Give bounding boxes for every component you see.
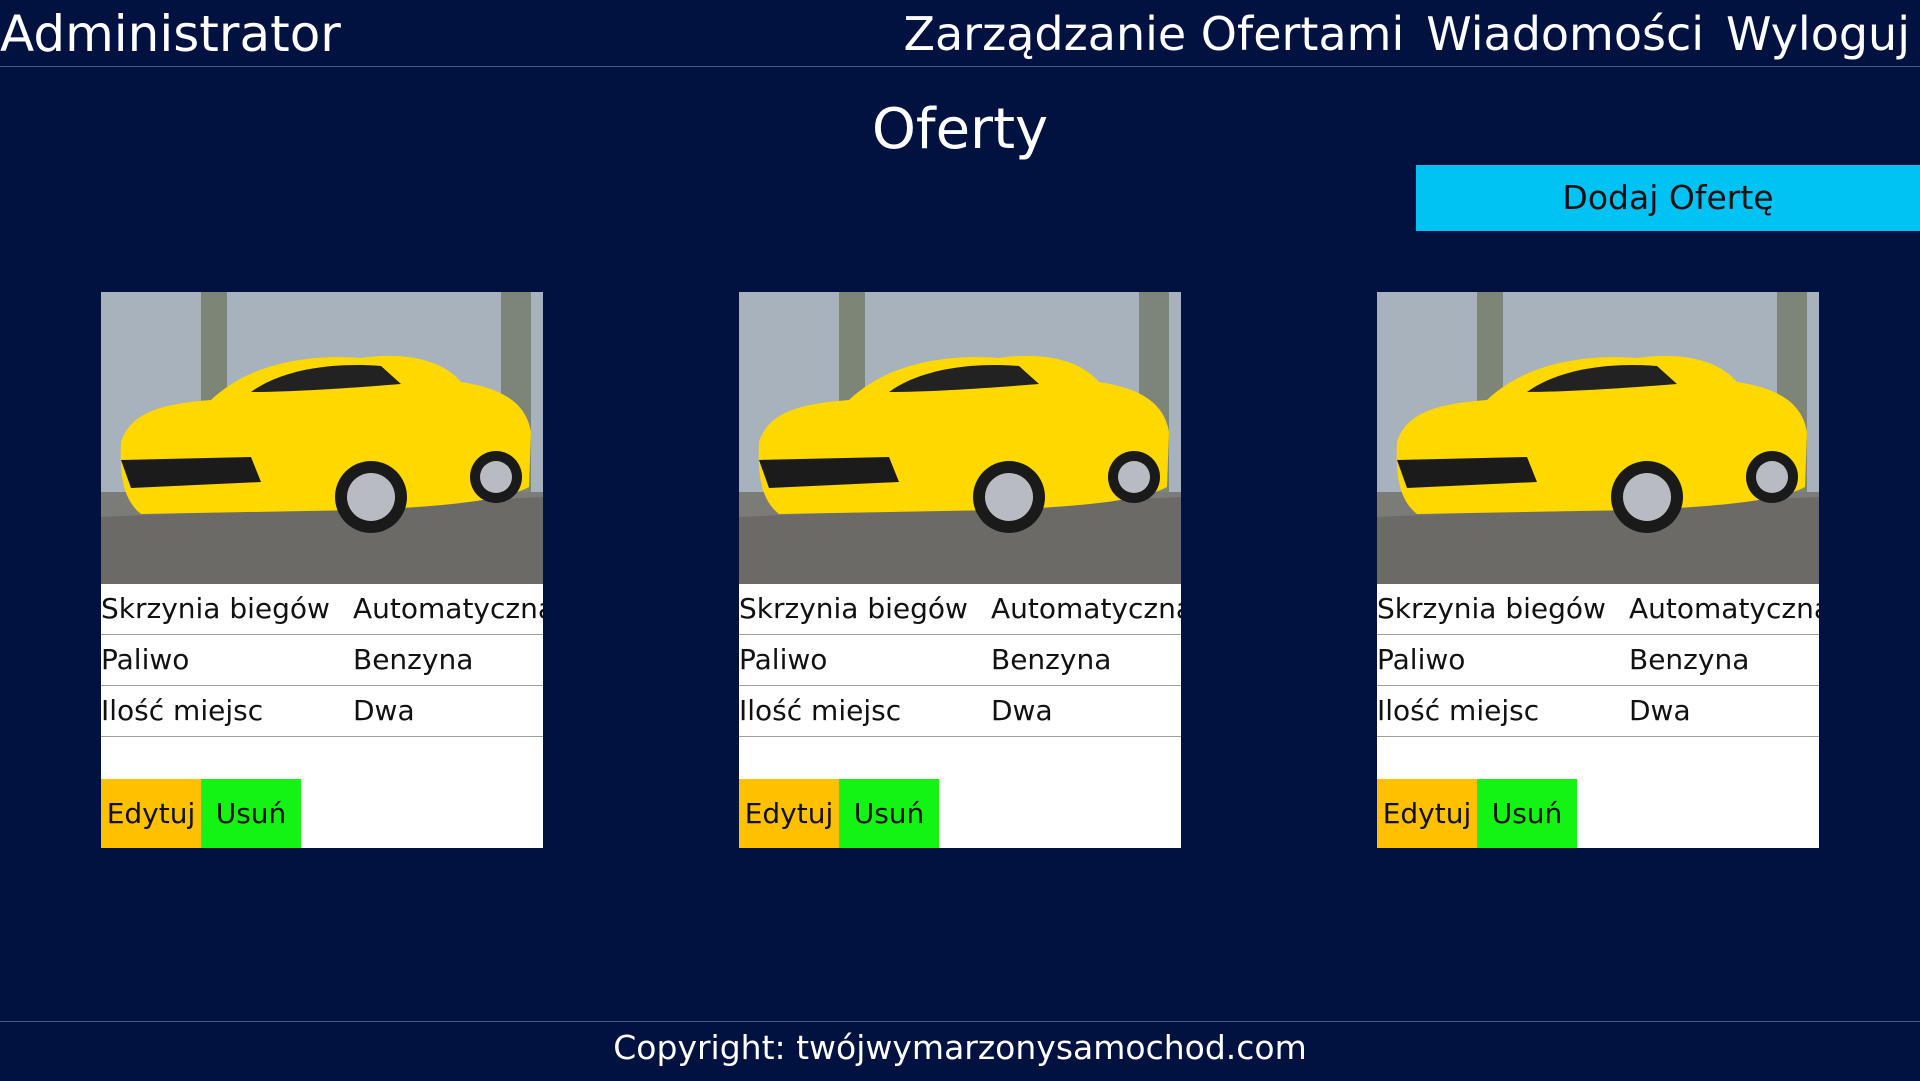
spec-value: Benzyna xyxy=(991,643,1112,676)
delete-offer-button[interactable]: Usuń xyxy=(839,779,939,848)
spec-label: Skrzynia biegów xyxy=(739,592,968,625)
copyright-text: Copyright: twójwymarzonysamochod.com xyxy=(613,1028,1307,1067)
user-role-label: Administrator xyxy=(0,5,341,63)
car-photo xyxy=(1377,292,1819,584)
offer-card: Skrzynia biegów Automatyczna Paliwo Benz… xyxy=(101,292,543,848)
spec-row-seats: Ilość miejsc Dwa xyxy=(101,686,543,737)
spec-label: Paliwo xyxy=(739,643,828,676)
nav-manage-offers-link[interactable]: Zarządzanie Ofertami xyxy=(903,4,1404,64)
spec-label: Paliwo xyxy=(101,643,190,676)
spec-row-fuel: Paliwo Benzyna xyxy=(101,635,543,686)
spec-row-fuel: Paliwo Benzyna xyxy=(739,635,1181,686)
delete-offer-button[interactable]: Usuń xyxy=(201,779,301,848)
spec-row-transmission: Skrzynia biegów Automatyczna xyxy=(739,584,1181,635)
spec-label: Ilość miejsc xyxy=(739,694,902,727)
spec-row-transmission: Skrzynia biegów Automatyczna xyxy=(101,584,543,635)
spec-row-transmission: Skrzynia biegów Automatyczna xyxy=(1377,584,1819,635)
offer-card: Skrzynia biegów Automatyczna Paliwo Benz… xyxy=(739,292,1181,848)
spec-label: Paliwo xyxy=(1377,643,1466,676)
edit-offer-button[interactable]: Edytuj xyxy=(739,779,839,848)
spec-label: Skrzynia biegów xyxy=(1377,592,1606,625)
car-photo xyxy=(739,292,1181,584)
spec-row-seats: Ilość miejsc Dwa xyxy=(1377,686,1819,737)
spec-value: Automatyczna xyxy=(1629,592,1819,625)
car-photo xyxy=(101,292,543,584)
spec-label: Skrzynia biegów xyxy=(101,592,330,625)
spec-value: Dwa xyxy=(353,694,415,727)
footer: Copyright: twójwymarzonysamochod.com xyxy=(0,1021,1920,1081)
nav-logout-link[interactable]: Wyloguj xyxy=(1726,4,1910,64)
offer-card: Skrzynia biegów Automatyczna Paliwo Benz… xyxy=(1377,292,1819,848)
spec-label: Ilość miejsc xyxy=(1377,694,1540,727)
top-navigation-bar: Administrator Zarządzanie Ofertami Wiado… xyxy=(0,0,1920,67)
spec-value: Automatyczna xyxy=(353,592,543,625)
delete-offer-button[interactable]: Usuń xyxy=(1477,779,1577,848)
spec-row-seats: Ilość miejsc Dwa xyxy=(739,686,1181,737)
spec-row-fuel: Paliwo Benzyna xyxy=(1377,635,1819,686)
edit-offer-button[interactable]: Edytuj xyxy=(1377,779,1477,848)
spec-label: Ilość miejsc xyxy=(101,694,264,727)
spec-value: Dwa xyxy=(1629,694,1691,727)
edit-offer-button[interactable]: Edytuj xyxy=(101,779,201,848)
spec-value: Dwa xyxy=(991,694,1053,727)
nav-messages-link[interactable]: Wiadomości xyxy=(1426,4,1704,64)
spec-value: Benzyna xyxy=(1629,643,1750,676)
spec-value: Automatyczna xyxy=(991,592,1181,625)
main-nav: Zarządzanie Ofertami Wiadomości Wyloguj xyxy=(903,4,1910,64)
add-offer-button[interactable]: Dodaj Ofertę xyxy=(1416,165,1920,231)
page-title: Oferty xyxy=(871,97,1049,162)
spec-value: Benzyna xyxy=(353,643,474,676)
